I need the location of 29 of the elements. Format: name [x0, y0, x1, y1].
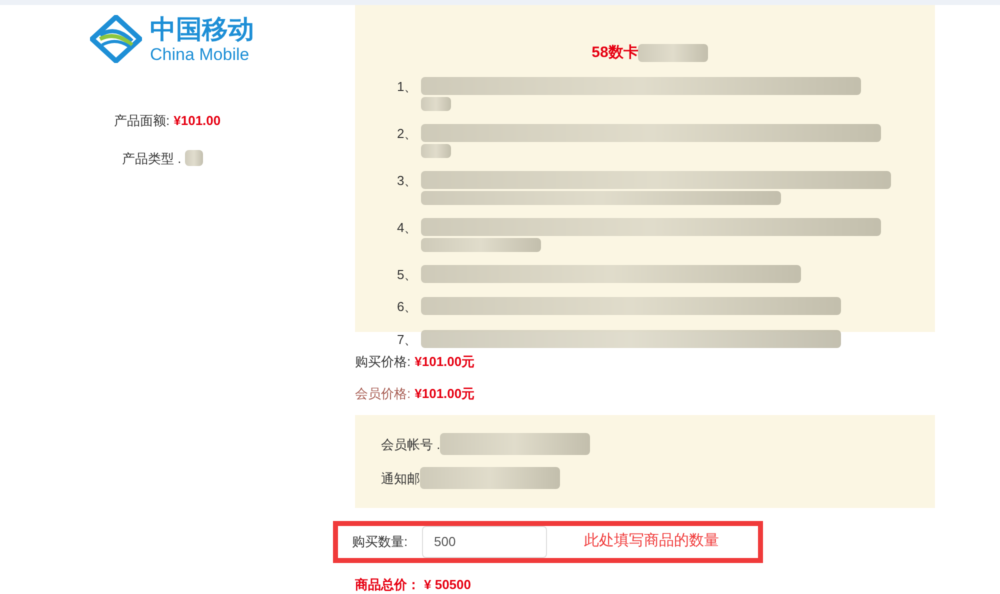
blurred-text [638, 44, 708, 62]
field-label: 会员帐号 . [381, 436, 440, 454]
brand-name: China Mobile [150, 46, 250, 62]
list-number: 4、 [397, 218, 418, 236]
price-label: 购买价格: [355, 353, 411, 371]
field-label: 产品面额: [114, 112, 170, 130]
field-value: ¥101.00 [174, 112, 221, 130]
blurred-text [185, 150, 204, 166]
list-number: 1、 [397, 78, 418, 96]
brand-name: 中国移动 [150, 16, 254, 42]
list-number: 3、 [397, 172, 418, 190]
quantity-label: 购买数量: [351, 532, 409, 551]
list-number: 6、 [397, 298, 418, 316]
card-title: 58数卡 [592, 43, 638, 63]
list-number: 7、 [397, 330, 418, 348]
list-number: 5、 [397, 266, 418, 284]
blurred-text [421, 96, 451, 110]
price-label: 会员价格: [355, 384, 411, 402]
field-label: 产品类型 . [122, 150, 182, 168]
price-value: ¥101.00元 [414, 353, 475, 371]
logo-icon [90, 15, 142, 63]
field-label: 通知邮 [381, 470, 420, 488]
quantity-input[interactable]: 500 [422, 526, 547, 558]
total-value: ¥ 50500 [424, 576, 471, 594]
annotation-text: 此处填写商品的数量 [584, 531, 719, 552]
price-value: ¥101.00元 [414, 384, 475, 402]
total-label: 商品总价： [355, 576, 420, 594]
list-number: 2、 [397, 124, 418, 142]
blurred-text [421, 144, 451, 158]
